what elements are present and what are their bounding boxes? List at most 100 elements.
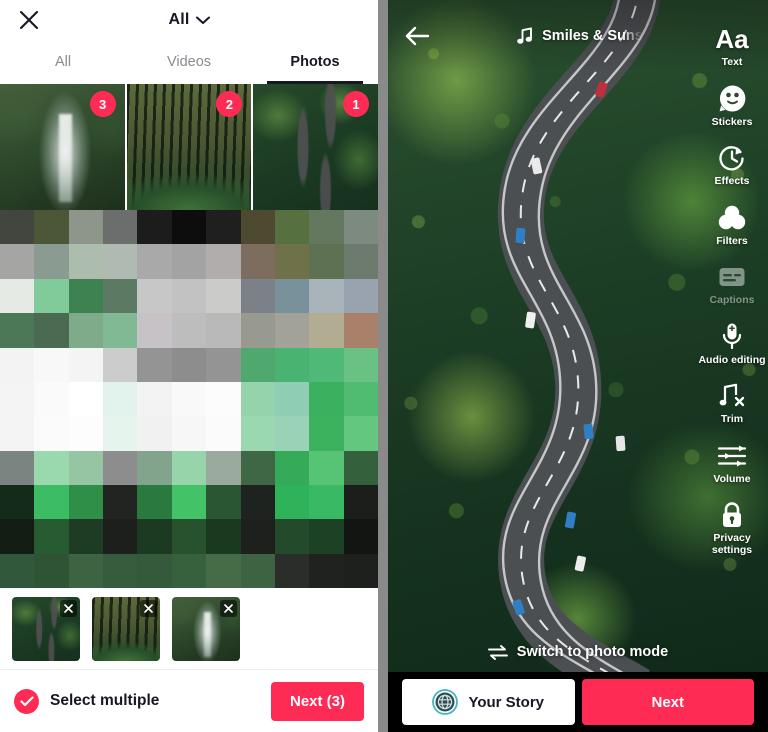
mosaic-cell	[34, 450, 69, 485]
music-track-title: Smiles & Suns	[542, 28, 643, 44]
mosaic-cell	[240, 313, 275, 348]
story-globe-icon	[432, 689, 459, 715]
mosaic-cell	[68, 381, 104, 417]
close-icon[interactable]	[140, 599, 157, 617]
mosaic-cell	[206, 485, 241, 520]
gallery-thumbnail[interactable]: 2	[126, 84, 252, 210]
mosaic-cell	[103, 381, 138, 417]
filters-circles-icon	[718, 203, 746, 233]
tool-label: Stickers	[711, 115, 753, 128]
album-filter-label: All	[168, 11, 190, 28]
mosaic-cell	[68, 210, 104, 245]
mosaic-cell	[309, 553, 344, 589]
mosaic-cell	[240, 553, 275, 589]
selection-badge[interactable]: 3	[89, 91, 116, 117]
mosaic-cell	[206, 278, 241, 314]
switch-to-photo-mode-button[interactable]: Switch to photo mode	[388, 644, 768, 660]
selected-item[interactable]	[172, 596, 240, 661]
trim-note-x-icon	[719, 381, 746, 411]
mosaic-cell	[309, 210, 344, 245]
mosaic-cell	[34, 381, 69, 417]
mosaic-cell	[0, 485, 35, 520]
mosaic-cell	[240, 416, 275, 451]
selection-badge[interactable]: 1	[343, 91, 370, 117]
mosaic-cell	[34, 347, 69, 382]
tab-photos[interactable]: Photos	[252, 40, 378, 84]
text-aa-icon: Aa	[715, 24, 749, 54]
mosaic-cell	[0, 381, 35, 417]
mosaic-cell	[171, 244, 207, 279]
mosaic-cell	[103, 519, 138, 554]
selected-item[interactable]	[92, 596, 160, 661]
mosaic-cell	[0, 553, 35, 589]
next-button[interactable]: Next (3)	[270, 681, 364, 721]
tool-label: Filters	[716, 234, 748, 247]
volume-sliders-icon	[717, 441, 747, 471]
tab-all-label: All	[54, 54, 72, 70]
tool-stickers[interactable]: Stickers	[696, 84, 768, 129]
mosaic-cell	[171, 553, 207, 589]
mosaic-cell	[103, 244, 138, 279]
select-multiple-toggle[interactable]: Select multiple	[14, 688, 159, 714]
mosaic-cell	[206, 347, 241, 382]
mosaic-cell	[103, 347, 138, 382]
mosaic-cell	[240, 450, 275, 485]
mosaic-cell	[343, 450, 378, 485]
media-type-tabs: All Videos Photos	[0, 40, 378, 84]
tab-all[interactable]: All	[0, 40, 126, 84]
tool-privacy-settings[interactable]: Privacy settings	[696, 500, 768, 556]
your-story-button[interactable]: Your Story	[402, 679, 575, 725]
mosaic-cell	[206, 210, 241, 245]
mosaic-cell	[240, 519, 275, 554]
tool-audio-editing[interactable]: Audio editing	[696, 322, 768, 367]
close-icon[interactable]	[220, 599, 237, 617]
mosaic-cell	[34, 485, 69, 520]
mosaic-cell	[103, 416, 138, 451]
mosaic-cell	[0, 313, 35, 348]
mosaic-cell	[68, 244, 104, 279]
tool-captions[interactable]: Captions	[696, 262, 768, 307]
album-filter-dropdown[interactable]: All	[168, 11, 210, 29]
tool-label: Text	[721, 56, 743, 68]
mosaic-cell	[137, 450, 172, 485]
media-picker-panel: All All Videos Photos 3 2 1 Select multi…	[0, 0, 378, 732]
gallery-thumbnail[interactable]: 1	[253, 84, 378, 210]
mosaic-cell	[343, 416, 378, 451]
switch-mode-label: Switch to photo mode	[516, 644, 669, 660]
mosaic-cell	[274, 519, 310, 554]
your-story-label: Your Story	[468, 693, 545, 711]
mosaic-cell	[171, 485, 207, 520]
gallery-thumbnail[interactable]: 3	[0, 84, 125, 210]
mosaic-cell	[309, 485, 344, 520]
mosaic-cell	[68, 553, 104, 589]
mosaic-cell	[206, 244, 241, 279]
tool-trim[interactable]: Trim	[696, 381, 768, 426]
picker-footer: Select multiple Next (3)	[0, 670, 378, 732]
mosaic-cell	[137, 485, 172, 520]
mosaic-cell	[343, 313, 378, 348]
app-screen: All All Videos Photos 3 2 1 Select multi…	[0, 0, 768, 732]
mosaic-cell	[240, 347, 275, 382]
back-arrow-icon[interactable]	[400, 19, 434, 53]
tool-volume[interactable]: Volume	[696, 441, 768, 486]
mosaic-cell	[171, 210, 207, 245]
mosaic-cell	[68, 347, 104, 382]
selected-item[interactable]	[12, 596, 80, 661]
mosaic-cell	[343, 210, 378, 245]
tool-filters[interactable]: Filters	[696, 203, 768, 248]
close-icon[interactable]	[16, 7, 42, 33]
mosaic-cell	[103, 553, 138, 589]
editor-next-button[interactable]: Next	[581, 679, 754, 725]
mosaic-cell	[274, 210, 310, 245]
editor-action-bar: Your Story Next	[388, 672, 768, 732]
tab-videos[interactable]: Videos	[126, 40, 252, 84]
music-track-chip[interactable]: Smiles & Suns	[517, 27, 673, 45]
tool-effects[interactable]: Effects	[696, 143, 768, 188]
close-icon[interactable]	[60, 599, 77, 617]
mosaic-cell	[309, 347, 344, 382]
tool-text[interactable]: Aa Text	[696, 24, 768, 69]
mosaic-cell	[103, 450, 138, 485]
selected-media-strip	[0, 588, 378, 671]
mosaic-cell	[171, 416, 207, 451]
tool-label: Effects	[714, 175, 750, 188]
